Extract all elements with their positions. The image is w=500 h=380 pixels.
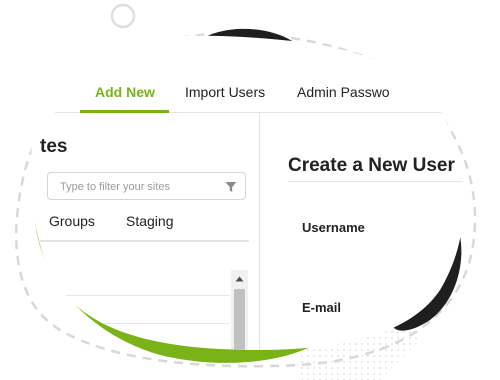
scroll-up-arrow-icon[interactable] xyxy=(231,270,248,287)
form-title-divider xyxy=(288,181,470,182)
subtab-groups[interactable]: Groups xyxy=(49,213,95,229)
email-label: E-mail xyxy=(302,300,342,315)
tab-import-users[interactable]: Import Users xyxy=(185,84,265,100)
create-user-title: Create a New User xyxy=(288,155,455,176)
tab-add-new[interactable]: Add New xyxy=(95,84,155,100)
subtabs-divider xyxy=(40,240,249,242)
small-ring-decoration xyxy=(110,3,136,29)
site-filter-input[interactable] xyxy=(58,173,222,201)
site-filter-box xyxy=(47,172,246,200)
username-label: Username xyxy=(302,220,365,235)
site-list-row[interactable] xyxy=(40,295,230,296)
filter-funnel-icon[interactable] xyxy=(225,181,237,193)
sites-panel-title: tes xyxy=(40,136,68,157)
subtab-staging[interactable]: Staging xyxy=(126,213,173,229)
tab-admin-passwords[interactable]: Admin Passwo xyxy=(297,84,390,100)
